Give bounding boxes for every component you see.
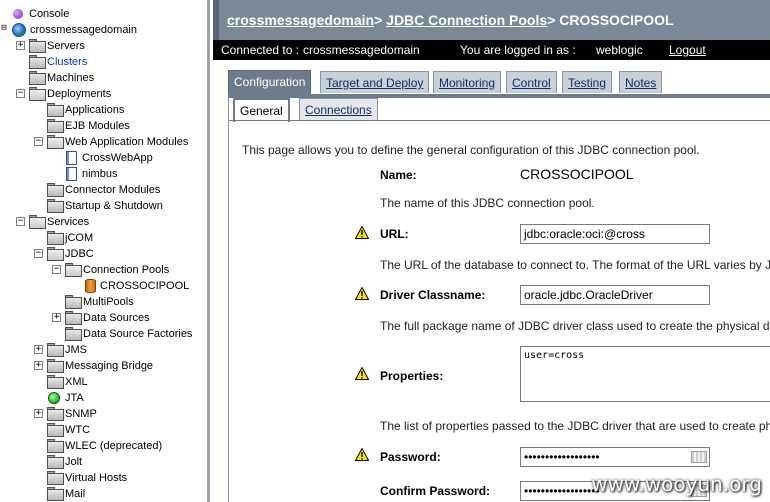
collapse-icon[interactable]: −	[34, 137, 43, 146]
folder-open-icon	[29, 87, 46, 101]
breadcrumb-pools-link[interactable]: JDBC Connection Pools	[386, 12, 547, 28]
jta-icon	[48, 392, 60, 404]
tab-notes[interactable]: Notes	[619, 71, 663, 93]
expand-icon[interactable]: +	[16, 41, 25, 50]
folder-icon	[65, 311, 82, 325]
folder-icon	[47, 455, 64, 469]
watermark-text: www.wooyun.org	[591, 472, 762, 496]
folder-icon	[47, 487, 64, 501]
folder-icon	[47, 359, 64, 373]
tab-configuration[interactable]: Configuration	[228, 70, 312, 94]
folder-icon	[47, 183, 64, 197]
collapse-icon[interactable]: −	[34, 249, 43, 258]
expand-icon[interactable]: +	[34, 345, 43, 354]
collapse-icon[interactable]: −	[52, 265, 61, 274]
logout-link[interactable]: Logout	[669, 40, 706, 60]
navigation-tree: Console ⊟ crossmessagedomain + Servers C…	[0, 0, 210, 502]
driver-classname-label: Driver Classname:	[380, 288, 486, 302]
driver-description: The full package name of JDBC driver cla…	[380, 319, 770, 333]
folder-icon	[47, 199, 64, 213]
tab-connections[interactable]: Connections	[299, 98, 378, 120]
main-panel: crossmessagedomain> JDBC Connection Pool…	[213, 0, 770, 502]
connected-label: Connected to :	[221, 43, 300, 57]
tab-target-and-deploy[interactable]: Target and Deploy	[320, 71, 430, 93]
folder-icon	[29, 39, 46, 53]
folder-icon	[29, 55, 46, 69]
folder-icon	[65, 327, 82, 341]
sub-tab-underline	[229, 120, 770, 121]
folder-icon	[47, 471, 64, 485]
folder-icon	[47, 375, 64, 389]
confirm-password-label: Confirm Password:	[380, 484, 491, 498]
properties-label: Properties:	[380, 369, 444, 383]
page-intro-text: This page allows you to define the gener…	[242, 143, 700, 157]
web-module-icon	[64, 151, 79, 165]
folder-open-icon	[65, 263, 82, 277]
tab-control[interactable]: Control	[506, 71, 557, 93]
folder-icon	[29, 71, 46, 85]
password-input[interactable]: ••••••••••••••••••	[520, 447, 710, 467]
properties-description: The list of properties passed to the JDB…	[380, 419, 770, 433]
folder-icon	[47, 439, 64, 453]
url-label: URL:	[380, 227, 409, 241]
folder-open-icon	[29, 215, 46, 229]
breadcrumb-domain-link[interactable]: crossmessagedomain	[227, 12, 374, 28]
properties-textarea[interactable]: user=cross	[520, 346, 770, 402]
name-label: Name:	[380, 168, 417, 182]
confirm-password-mask: ••••••••••••••••••	[524, 484, 600, 498]
breadcrumb-separator: >	[547, 12, 556, 28]
keyboard-icon[interactable]	[691, 451, 707, 463]
configuration-content: General Connections This page allows you…	[228, 98, 770, 502]
folder-icon	[47, 423, 64, 437]
collapse-icon[interactable]: −	[16, 217, 25, 226]
logged-in-user: weblogic	[596, 43, 643, 57]
database-icon	[82, 279, 97, 293]
folder-open-icon	[47, 135, 64, 149]
console-icon	[13, 9, 23, 19]
breadcrumb-separator: >	[374, 12, 383, 28]
folder-icon	[47, 407, 64, 421]
password-mask: ••••••••••••••••••	[524, 450, 600, 464]
tree-connector: ⊟	[0, 23, 8, 34]
tab-general[interactable]: General	[233, 98, 290, 122]
page-header: crossmessagedomain> JDBC Connection Pool…	[213, 0, 770, 40]
driver-classname-input[interactable]: oracle.jdbc.OracleDriver	[520, 285, 710, 305]
name-value: CROSSOCIPOOL	[520, 166, 634, 182]
expand-icon[interactable]: +	[34, 409, 43, 418]
globe-icon	[12, 23, 26, 37]
warning-icon	[355, 226, 369, 239]
expand-icon[interactable]: +	[52, 313, 61, 322]
folder-icon	[65, 295, 82, 309]
web-module-icon	[64, 167, 79, 181]
password-label: Password:	[380, 450, 441, 464]
warning-icon	[355, 367, 369, 380]
folder-open-icon	[47, 247, 64, 261]
tab-testing[interactable]: Testing	[562, 71, 613, 93]
url-description: The URL of the database to connect to. T…	[380, 258, 770, 272]
folder-icon	[47, 343, 64, 357]
folder-icon	[47, 103, 64, 117]
logged-in-label: You are logged in as :	[460, 43, 576, 57]
connected-value: crossmessagedomain	[303, 43, 420, 57]
folder-icon	[47, 119, 64, 133]
tab-monitoring[interactable]: Monitoring	[433, 71, 502, 93]
folder-icon	[47, 231, 64, 245]
expand-icon[interactable]: +	[34, 361, 43, 370]
breadcrumb-current: CROSSOCIPOOL	[559, 12, 674, 28]
url-input[interactable]: jdbc:oracle:oci:@cross	[520, 224, 710, 244]
warning-icon	[355, 448, 369, 461]
breadcrumb: crossmessagedomain> JDBC Connection Pool…	[227, 12, 674, 28]
name-description: The name of this JDBC connection pool.	[380, 196, 595, 210]
session-status-bar: Connected to : crossmessagedomain You ar…	[213, 40, 770, 60]
warning-icon	[355, 287, 369, 300]
collapse-icon[interactable]: −	[16, 89, 25, 98]
